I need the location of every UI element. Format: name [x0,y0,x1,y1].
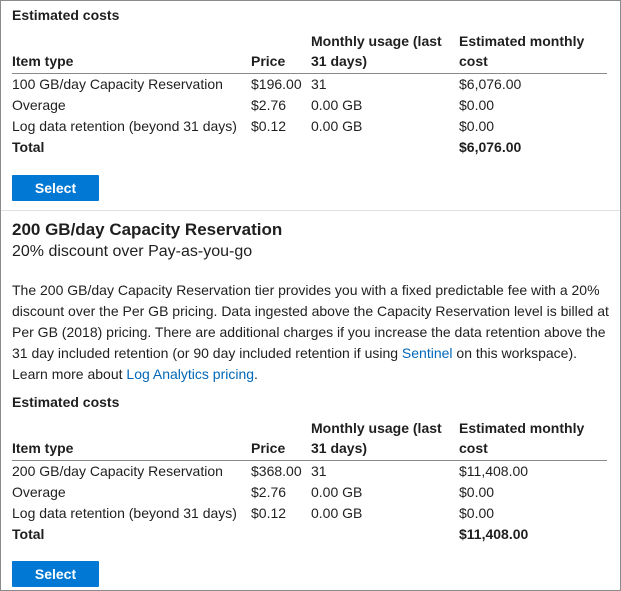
cell-price: $2.76 [251,484,287,500]
table-row: 100 GB/day Capacity Reservation $196.00 … [12,74,607,96]
header-estimated-cost: Estimated monthly cost [459,31,607,74]
cell-usage: 0.00 GB [311,505,363,521]
pricing-tier-panel: Estimated costs Item type Price Monthly … [0,0,621,591]
table-header-row: Item type Price Monthly usage (last 31 da… [12,31,607,74]
cell-item: Log data retention (beyond 31 days) [12,505,237,521]
cell-cost: $0.00 [459,505,495,521]
cell-cost: $0.00 [459,118,495,134]
cell-cost: $6,076.00 [459,76,522,92]
cell-cost: $0.00 [459,484,495,500]
cell-item: 100 GB/day Capacity Reservation [12,76,223,92]
section-divider [1,210,620,211]
header-price: Price [251,440,286,456]
table-row: Overage $2.76 0.00 GB $0.00 [12,482,607,503]
header-usage-line1: Monthly usage (last [311,420,442,436]
header-usage-line1: Monthly usage (last [311,33,442,49]
cell-usage: 0.00 GB [311,97,363,113]
estimated-costs-table: Item type Price Monthly usage (last 31 da… [12,418,607,545]
cell-price: $2.76 [251,97,287,113]
cell-price: $0.12 [251,118,287,134]
estimated-costs-title: Estimated costs [12,394,120,410]
table-row: Log data retention (beyond 31 days) $0.1… [12,503,607,524]
estimated-costs-table: Item type Price Monthly usage (last 31 da… [12,31,607,158]
header-item-type: Item type [12,440,74,456]
header-estimated-line2: cost [459,53,488,69]
tier-description: The 200 GB/day Capacity Reservation tier… [12,280,610,385]
total-label: Total [12,139,45,155]
cell-item: 200 GB/day Capacity Reservation [12,463,223,479]
table-row: Log data retention (beyond 31 days) $0.1… [12,116,607,137]
cell-usage: 0.00 GB [311,484,363,500]
header-usage-line2: 31 days) [311,440,368,456]
total-row: Total $11,408.00 [12,524,607,545]
cell-price: $0.12 [251,505,287,521]
header-estimated-cost: Estimated monthly cost [459,418,607,461]
total-value: $6,076.00 [459,139,522,155]
sentinel-link[interactable]: Sentinel [402,345,453,361]
description-text: . [254,366,258,382]
header-estimated-line2: cost [459,440,488,456]
header-monthly-usage: Monthly usage (last 31 days) [311,418,459,461]
header-monthly-usage: Monthly usage (last 31 days) [311,31,459,74]
header-price: Price [251,53,286,69]
table-header-row: Item type Price Monthly usage (last 31 da… [12,418,607,461]
total-row: Total $6,076.00 [12,137,607,158]
log-analytics-pricing-link[interactable]: Log Analytics pricing [126,366,254,382]
cell-usage: 31 [311,76,327,92]
header-item-type: Item type [12,53,74,69]
cell-item: Overage [12,97,66,113]
table-row: 200 GB/day Capacity Reservation $368.00 … [12,461,607,483]
cell-usage: 31 [311,463,327,479]
cell-price: $196.00 [251,76,302,92]
header-estimated-line1: Estimated monthly [459,420,585,436]
tier-title: 200 GB/day Capacity Reservation [12,220,283,239]
cell-price: $368.00 [251,463,302,479]
tier-subtitle: 20% discount over Pay-as-you-go [12,243,253,260]
cell-item: Log data retention (beyond 31 days) [12,118,237,134]
estimated-costs-title: Estimated costs [12,7,120,23]
header-estimated-line1: Estimated monthly [459,33,585,49]
cell-usage: 0.00 GB [311,118,363,134]
header-usage-line2: 31 days) [311,53,368,69]
select-button-200gb[interactable]: Select [12,561,99,587]
total-label: Total [12,526,45,542]
table-row: Overage $2.76 0.00 GB $0.00 [12,95,607,116]
select-button-100gb[interactable]: Select [12,175,99,201]
cell-cost: $11,408.00 [459,463,529,479]
cell-cost: $0.00 [459,97,495,113]
total-value: $11,408.00 [459,526,529,542]
cell-item: Overage [12,484,66,500]
